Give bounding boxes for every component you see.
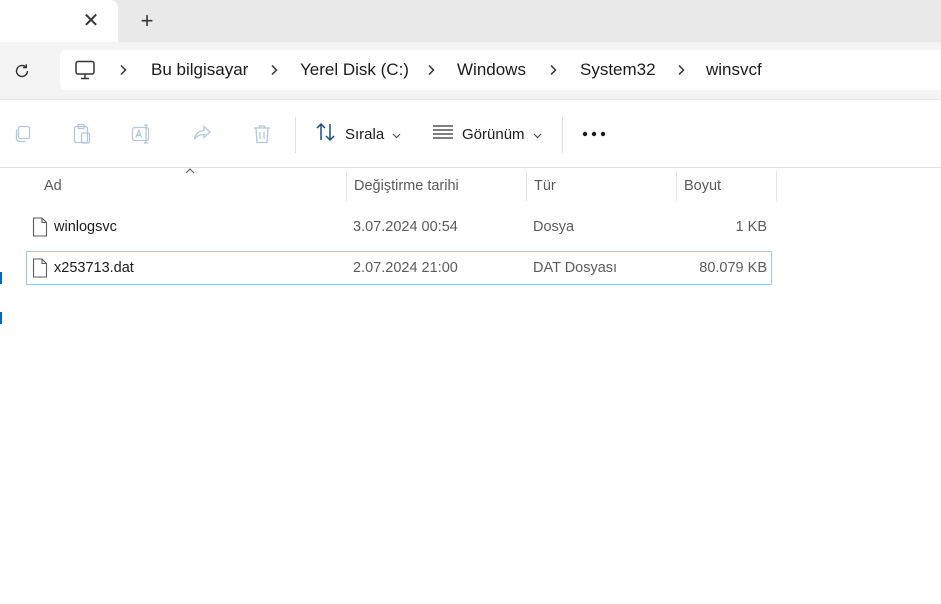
file-name: x253713.dat [54,260,134,276]
column-header-row: Ad Değiştirme tarihi Tür Boyut [0,168,941,203]
share-icon[interactable] [190,122,214,146]
address-bar[interactable]: Bu bilgisayar Yerel Disk (C:) Windows Sy… [60,50,941,90]
file-row[interactable]: winlogsvc 3.07.2024 00:54 Dosya 1 KB [26,210,772,244]
column-divider[interactable] [346,171,347,201]
file-date: 3.07.2024 00:54 [353,219,458,235]
refresh-icon[interactable] [10,59,34,83]
command-bar: Sırala Görünüm [0,100,941,168]
address-row: Bu bilgisayar Yerel Disk (C:) Windows Sy… [0,42,941,100]
sort-icon [315,122,337,146]
breadcrumb-winsvcf[interactable]: winsvcf [706,50,762,90]
column-header-date[interactable]: Değiştirme tarihi [354,169,459,203]
breadcrumb-windows[interactable]: Windows [457,50,526,90]
sort-ascending-icon [185,165,195,177]
delete-icon[interactable] [250,122,274,146]
breadcrumb-this-pc[interactable]: Bu bilgisayar [151,50,248,90]
file-size: 1 KB [735,219,767,235]
toolbar-divider [295,117,296,153]
file-date: 2.07.2024 21:00 [353,260,458,276]
chevron-down-icon [533,126,542,143]
breadcrumb-system32[interactable]: System32 [580,50,656,90]
active-tab[interactable]: ✕ [0,0,118,42]
this-pc-icon[interactable] [74,50,96,90]
new-tab-button[interactable]: + [135,8,159,33]
column-divider[interactable] [676,171,677,201]
nav-pane-edge[interactable] [0,312,2,324]
paste-icon[interactable] [70,122,94,146]
view-label: Görünüm [462,125,525,143]
column-divider[interactable] [526,171,527,201]
breadcrumb-local-disk[interactable]: Yerel Disk (C:) [300,50,409,90]
nav-pane-edge[interactable] [0,272,2,284]
toolbar-divider [562,117,563,153]
file-type: DAT Dosyası [533,260,618,276]
file-size: 80.079 KB [699,260,767,276]
file-name: winlogsvc [54,219,117,235]
column-header-type[interactable]: Tür [534,169,556,203]
sort-button[interactable]: Sırala [315,120,401,148]
chevron-right-icon[interactable] [269,50,279,90]
chevron-right-icon[interactable] [548,50,558,90]
tab-strip: ✕ + [0,0,941,42]
chevron-right-icon[interactable] [118,50,128,90]
column-divider[interactable] [776,171,777,201]
close-tab-icon[interactable]: ✕ [80,9,102,32]
column-header-size[interactable]: Boyut [684,169,721,203]
file-type: Dosya [533,219,575,235]
file-icon [31,258,49,278]
file-icon [31,217,49,237]
chevron-down-icon [392,126,401,143]
column-header-name[interactable]: Ad [44,169,62,203]
more-icon[interactable] [580,122,608,146]
chevron-right-icon[interactable] [676,50,686,90]
view-button[interactable]: Görünüm [432,120,542,148]
rename-icon[interactable] [130,122,154,146]
view-icon [432,124,454,144]
chevron-right-icon[interactable] [426,50,436,90]
file-row[interactable]: x253713.dat 2.07.2024 21:00 DAT Dosyası … [26,251,772,285]
sort-label: Sırala [345,125,385,143]
copy-icon[interactable] [10,122,34,146]
